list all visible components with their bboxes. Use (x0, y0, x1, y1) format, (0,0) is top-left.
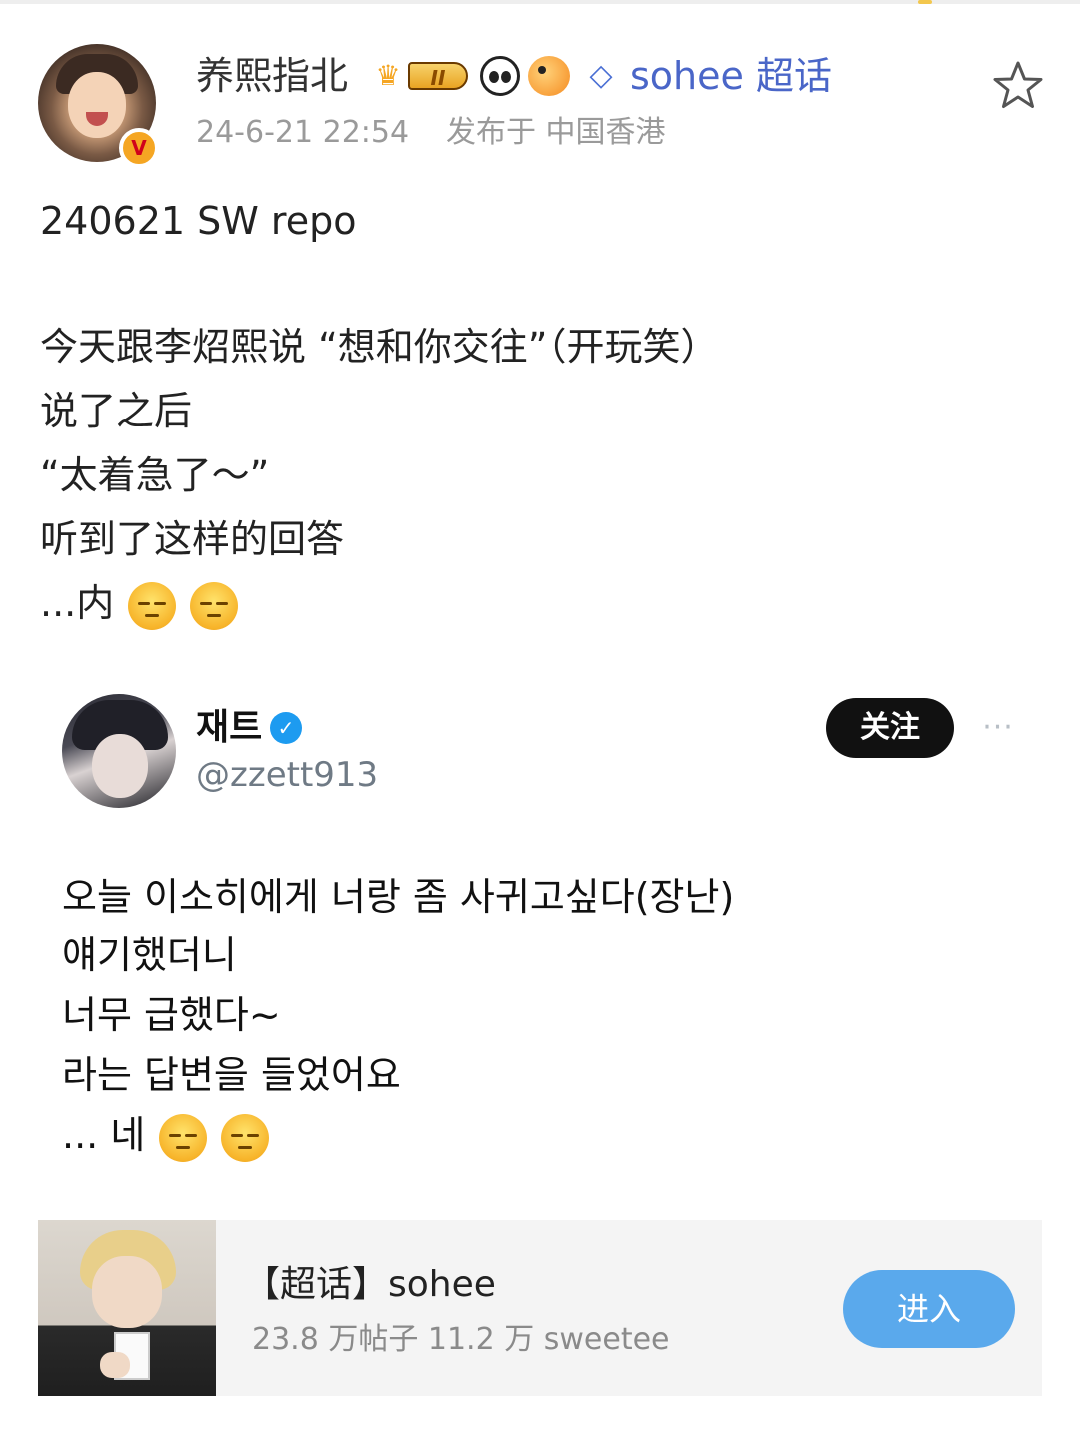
follow-button[interactable]: 关注 (826, 698, 954, 758)
post-line: 听到了这样的回答 (40, 517, 345, 561)
post-line: “太着急了～” (40, 453, 270, 497)
enter-button[interactable]: 进入 (843, 1270, 1015, 1348)
post-timestamp: 24-6-21 22:54 (196, 115, 410, 150)
tweet-author-name[interactable]: 재트 (196, 706, 262, 750)
verified-v-icon: V (119, 128, 159, 168)
post-line: 240621 SW repo (40, 199, 357, 243)
post-line: ...内 (40, 581, 115, 625)
tweet-line: 오늘 이소히에게 너랑 좀 사귀고싶다(장난) (62, 875, 735, 919)
supertopic-title: 【超话】sohee (244, 1264, 496, 1305)
supertopic-thumbnail (38, 1220, 216, 1396)
pensive-face-emoji (221, 1113, 270, 1162)
supertopic-card[interactable]: 【超话】sohee 23.8 万帖子 11.2 万 sweetee 进入 (38, 1220, 1042, 1396)
tweet-avatar[interactable] (62, 694, 176, 808)
avatar-face (68, 72, 126, 138)
thumb-face (92, 1256, 162, 1328)
more-icon[interactable]: ··· (978, 710, 1018, 746)
fish-icon[interactable] (528, 56, 570, 96)
pensive-face-emoji (190, 581, 239, 630)
post-line: 今天跟李炤熙说 “想和你交往”（开玩笑） (40, 325, 719, 369)
post-location: 发布于 中国香港 (446, 115, 666, 150)
pensive-face-emoji (128, 581, 177, 630)
verified-icon: ✓ (270, 712, 302, 744)
member-level-badge[interactable]: ♛ II (368, 58, 472, 94)
crown-icon: ♛ (375, 59, 401, 92)
tweet-line-with-emoji: ... 네 (62, 1110, 270, 1162)
tweet-line: 너무 급했다~ (62, 993, 281, 1037)
thumb-hand (100, 1352, 130, 1378)
star-icon[interactable] (990, 58, 1046, 114)
tweet-line: 얘기했더니 (62, 933, 237, 977)
user-badges: ♛ II ◇ (368, 56, 618, 96)
level-label: II (408, 62, 468, 90)
supertopic-stats: 23.8 万帖子 11.2 万 sweetee (252, 1322, 670, 1357)
pensive-face-emoji (159, 1113, 208, 1162)
tweet-author-handle[interactable]: @zzett913 (196, 754, 378, 796)
tweet-line: ... 네 (62, 1113, 146, 1157)
tweet-avatar-face (92, 734, 148, 798)
post-line-with-emoji: ...内 (40, 578, 239, 630)
username[interactable]: 养熙指北 (196, 52, 348, 100)
tweet-line: 라는 답변을 들었어요 (62, 1053, 401, 1097)
diamond-icon: ◇ (589, 58, 613, 93)
post-line: 说了之后 (40, 389, 193, 433)
panda-icon[interactable] (480, 56, 520, 96)
supertopic-link[interactable]: sohee 超话 (630, 52, 832, 100)
post-header: V 养熙指北 ♛ II ◇ sohee 超话 24-6-21 22:54 发布于… (0, 0, 1080, 180)
